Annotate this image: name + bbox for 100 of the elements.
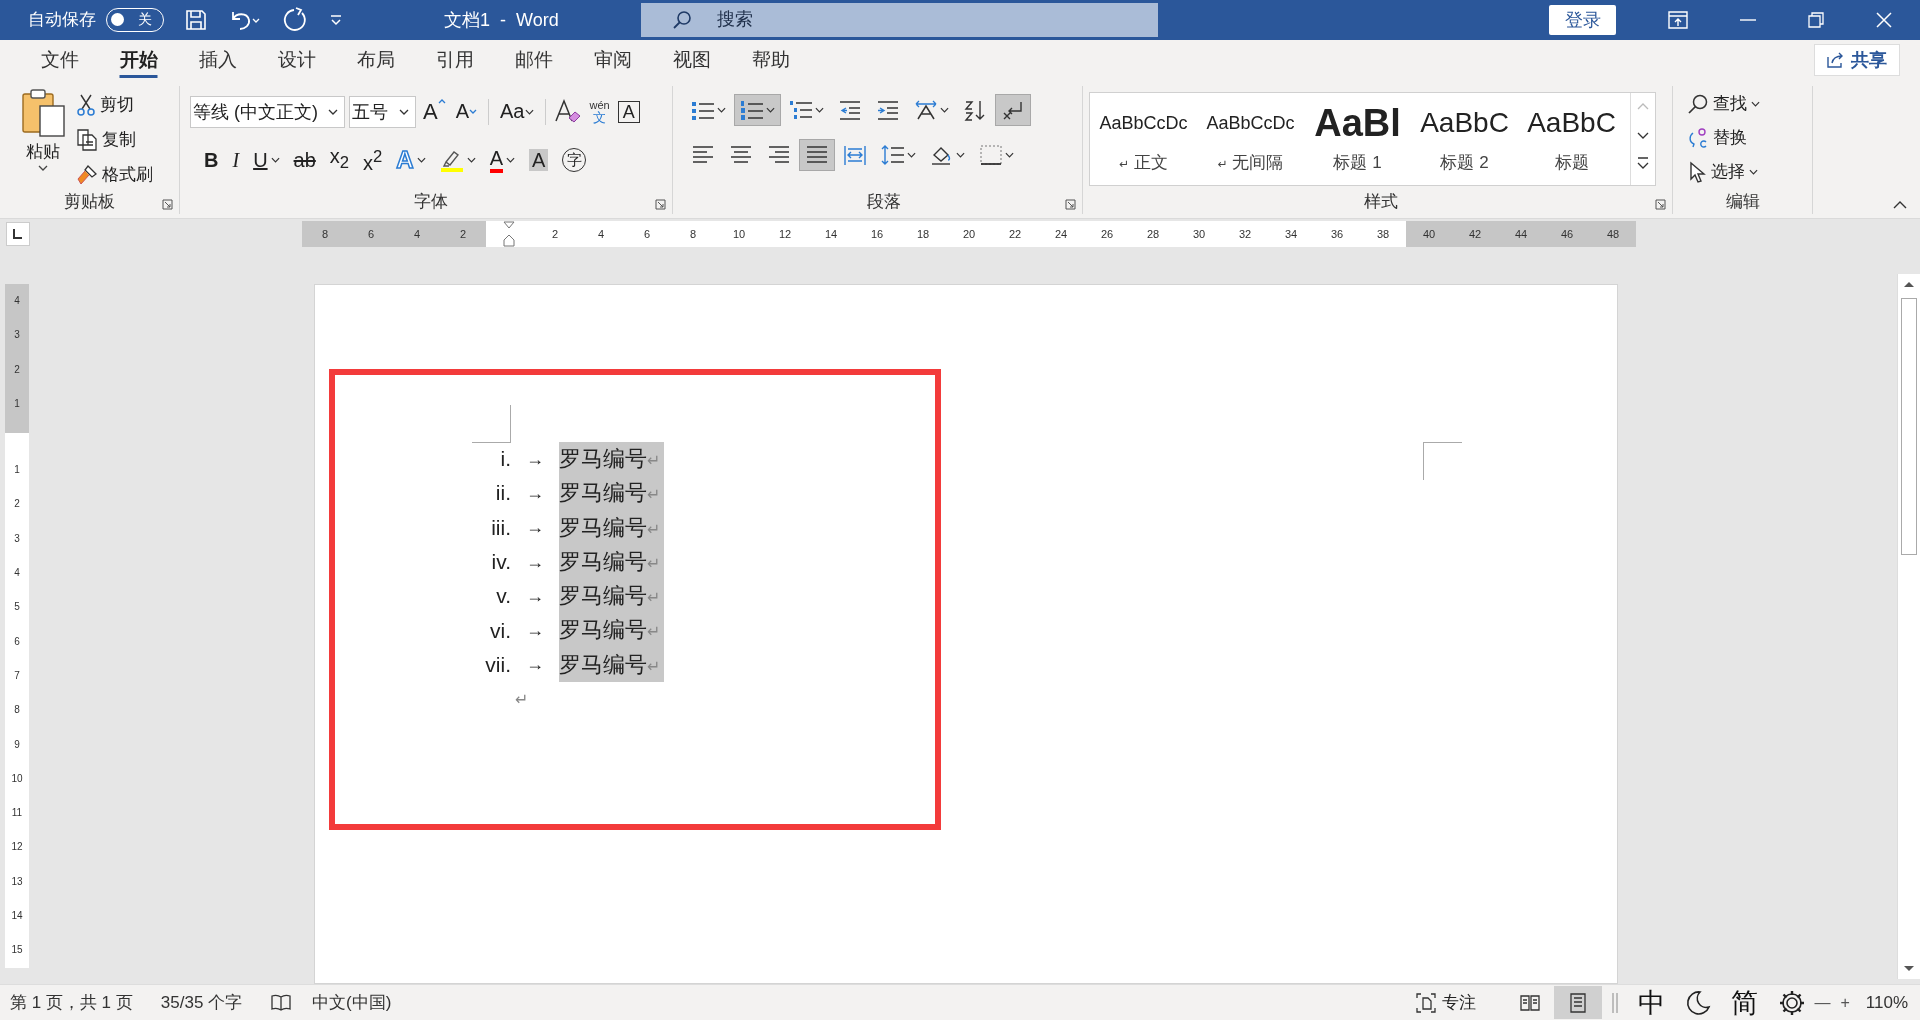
dialog-launcher-icon[interactable]: [655, 198, 666, 210]
share-button[interactable]: 共享: [1814, 43, 1900, 76]
character-border-button[interactable]: A: [617, 100, 640, 123]
dialog-launcher-icon[interactable]: [1655, 198, 1666, 210]
zoom-out-button[interactable]: —: [1814, 993, 1831, 1012]
search-field[interactable]: 搜索: [714, 8, 1019, 32]
format-button[interactable]: I: [226, 143, 246, 176]
list-item-text[interactable]: 罗马编号↵: [559, 442, 665, 477]
paragraph-button[interactable]: [995, 94, 1031, 127]
redo-icon[interactable]: [282, 6, 308, 33]
clipboard-command[interactable]: 剪切: [76, 89, 153, 120]
paragraph-button[interactable]: [799, 139, 835, 172]
paste-button[interactable]: 粘贴: [20, 87, 66, 190]
ruler-number: 42: [1452, 220, 1498, 247]
clear-formatting-icon[interactable]: [553, 98, 582, 125]
script-mode[interactable]: 简: [1731, 984, 1759, 1020]
ruler-number: 40: [1406, 220, 1452, 247]
dialog-launcher-icon[interactable]: [162, 198, 173, 210]
format-button[interactable]: A: [483, 143, 522, 176]
grow-font-button[interactable]: A: [420, 98, 449, 125]
line-spacing-icon: [881, 144, 905, 167]
style-option[interactable]: AaBbCcDc ↵ 正文: [1090, 92, 1197, 185]
format-button[interactable]: A: [523, 143, 555, 176]
sign-in-button[interactable]: 登录: [1549, 4, 1616, 35]
style-option[interactable]: AaBl 标题 1: [1304, 92, 1411, 185]
ribbon-tab[interactable]: 设计: [257, 39, 336, 80]
ribbon-tab[interactable]: 视图: [652, 39, 731, 80]
page-count[interactable]: 第 1 页，共 1 页: [10, 991, 133, 1014]
group-label: 段落: [866, 191, 901, 214]
list-item-text[interactable]: 罗马编号↵: [559, 613, 665, 648]
dialog-launcher-icon[interactable]: [1065, 198, 1076, 210]
find-button[interactable]: 查找: [1687, 87, 1812, 120]
input-mode[interactable]: 中: [1638, 984, 1666, 1020]
ribbon-display-icon[interactable]: [1668, 10, 1688, 29]
book-icon[interactable]: [270, 993, 293, 1012]
style-option[interactable]: AaBbCcDc ↵ 无间隔: [1197, 92, 1304, 185]
format-button[interactable]: B: [198, 143, 225, 176]
focus-icon: [1416, 992, 1437, 1013]
language-status[interactable]: 中文(中国): [312, 991, 392, 1014]
phonetic-guide-button[interactable]: wén 文: [589, 99, 610, 124]
word-count[interactable]: 35/35 个字: [160, 991, 243, 1014]
format-button[interactable]: x$_{2}$: [323, 143, 356, 176]
clipboard-command[interactable]: 复制: [76, 124, 153, 155]
replace-button[interactable]: 替换: [1687, 121, 1812, 154]
ribbon-tab[interactable]: 引用: [415, 39, 494, 80]
list-item-text[interactable]: 罗马编号↵: [559, 647, 665, 683]
view-button[interactable]: [1554, 986, 1603, 1019]
zoom-level[interactable]: 110%: [1865, 992, 1908, 1013]
list-item-text[interactable]: 罗马编号↵: [559, 579, 665, 614]
format-button[interactable]: U: [247, 143, 286, 176]
font-size-field[interactable]: 五号: [349, 95, 416, 128]
asian-icon: [914, 99, 938, 122]
ribbon-tab[interactable]: 布局: [336, 39, 415, 80]
zoom-in-button[interactable]: +: [1840, 993, 1850, 1012]
ruler-number: 1: [13, 396, 21, 411]
list-item-text[interactable]: 罗马编号↵: [559, 544, 665, 580]
ruler-number: 9: [13, 737, 21, 752]
caret-up-icon: [437, 98, 446, 104]
save-icon[interactable]: [184, 7, 208, 32]
font-name-field[interactable]: 等线 (中文正文): [190, 95, 345, 128]
ribbon-tab[interactable]: 开始: [99, 39, 178, 80]
ribbon-tab[interactable]: 插入: [178, 39, 257, 80]
clipboard-icon: [20, 87, 66, 138]
restore-icon[interactable]: [1808, 11, 1824, 28]
tab-selector-icon[interactable]: [6, 221, 30, 246]
book-icon: [1520, 993, 1541, 1012]
format-button[interactable]: x$^{2}$: [357, 143, 389, 176]
indent-marker-icon[interactable]: [503, 220, 515, 247]
ruler-number: 8: [13, 703, 21, 718]
dropdown-icon: [399, 108, 409, 115]
vertical-scrollbar[interactable]: [1897, 274, 1920, 979]
minimize-icon[interactable]: [1740, 18, 1756, 21]
ribbon-tab[interactable]: 邮件: [494, 39, 573, 80]
moon-icon[interactable]: [1685, 989, 1712, 1016]
select-button[interactable]: 选择: [1687, 155, 1812, 188]
shrink-font-button[interactable]: A: [452, 100, 481, 124]
paragraph-button[interactable]: [734, 94, 781, 127]
style-option[interactable]: AaBbC 标题 2: [1411, 92, 1518, 185]
list-item-text[interactable]: 罗马编号↵: [559, 510, 665, 545]
search-bar[interactable]: 搜索: [640, 2, 1158, 37]
ruler-number: 7: [13, 668, 21, 683]
focus-button[interactable]: 专注: [1416, 991, 1477, 1014]
clipboard-command[interactable]: 格式刷: [76, 159, 153, 190]
ruler-number: 1: [13, 463, 21, 478]
list-number: i.: [499, 447, 511, 472]
distribute-icon: [843, 144, 867, 167]
close-icon[interactable]: [1876, 11, 1892, 28]
ribbon-tab[interactable]: 文件: [20, 39, 99, 80]
grip-icon[interactable]: [1612, 991, 1619, 1014]
style-option[interactable]: AaBbC 标题: [1518, 92, 1625, 185]
ribbon-tab[interactable]: 审阅: [573, 39, 652, 80]
ribbon-tab[interactable]: 帮助: [731, 39, 810, 80]
caret-icon: [1751, 100, 1760, 107]
format-button[interactable]: ab: [287, 143, 322, 176]
settings-icon[interactable]: [1778, 988, 1807, 1017]
list-item-text[interactable]: 罗马编号↵: [559, 476, 665, 511]
copy-icon: [76, 128, 98, 151]
collapse-ribbon-icon[interactable]: [1892, 199, 1908, 210]
corner-mark: [472, 405, 511, 443]
change-case-button[interactable]: Aa: [497, 100, 537, 124]
